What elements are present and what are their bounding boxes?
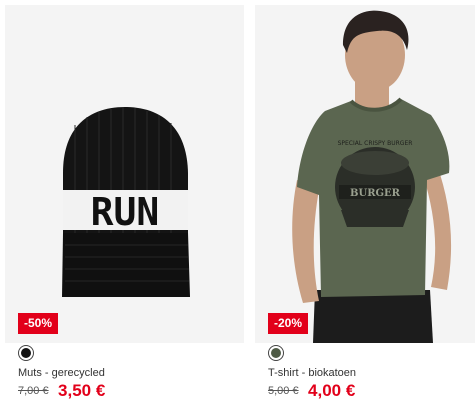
discount-badge: -20% [268, 313, 309, 334]
tshirt-print-top: SPECIAL CRISPY BURGER [338, 140, 413, 147]
color-swatch[interactable] [18, 345, 34, 361]
beanie-print-text: RUN [91, 190, 160, 234]
old-price: 5,00 € [268, 385, 299, 397]
sale-price: 3,50 € [58, 381, 106, 400]
product-card-tshirt[interactable]: BURGER SPECIAL CRISPY BURGER -20% T-shir… [255, 0, 475, 405]
product-title[interactable]: Muts - gerecycled [18, 367, 105, 379]
sale-price: 4,00 € [308, 381, 356, 400]
product-title[interactable]: T-shirt - biokatoen [268, 367, 356, 379]
old-price: 7,00 € [18, 385, 49, 397]
color-swatch[interactable] [268, 345, 284, 361]
product-image-beanie[interactable]: RUN [5, 5, 244, 343]
discount-badge: -50% [18, 313, 59, 334]
price-row: 5,00 € 4,00 € [268, 381, 355, 401]
product-card-muts[interactable]: RUN -50% Muts - gerecycled 7,00 € 3,50 € [5, 0, 244, 405]
price-row: 7,00 € 3,50 € [18, 381, 105, 401]
product-image-tshirt[interactable]: BURGER SPECIAL CRISPY BURGER [255, 5, 475, 343]
tshirt-print-main: BURGER [350, 188, 401, 199]
